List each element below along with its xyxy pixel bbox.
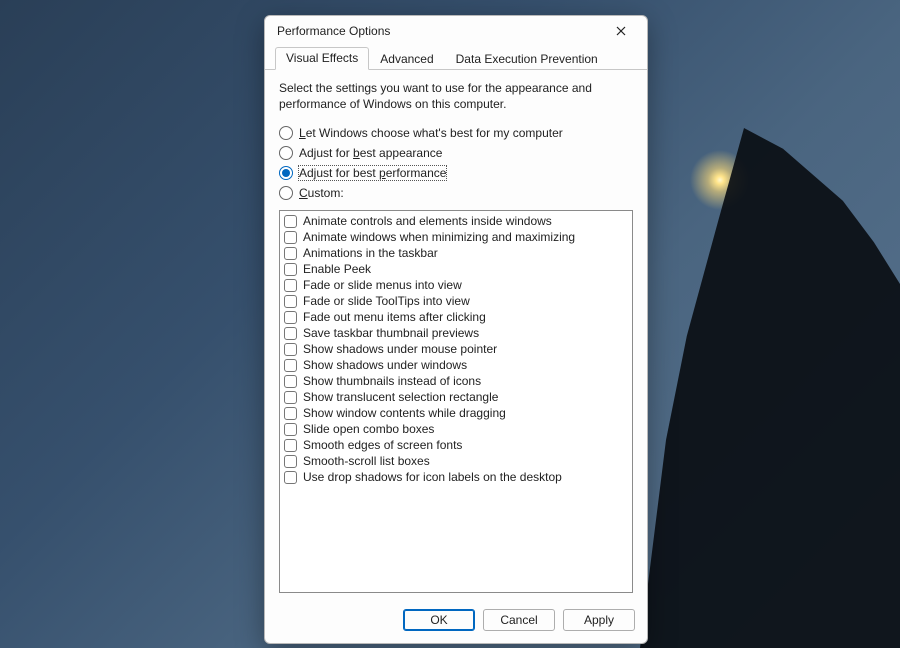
checkbox [284,359,297,372]
effect-label: Smooth edges of screen fonts [303,438,462,452]
radio-label: Let Windows choose what's best for my co… [299,126,563,140]
checkbox [284,423,297,436]
checkbox [284,391,297,404]
radio-label: Adjust for best performance [299,166,446,180]
checkbox [284,279,297,292]
checkbox [284,231,297,244]
radio-indicator [279,186,293,200]
apply-button[interactable]: Apply [563,609,635,631]
effect-label: Fade or slide ToolTips into view [303,294,470,308]
effect-item[interactable]: Fade out menu items after clicking [284,309,628,325]
effect-item[interactable]: Show shadows under windows [284,357,628,373]
effect-label: Animate controls and elements inside win… [303,214,552,228]
effect-item[interactable]: Save taskbar thumbnail previews [284,325,628,341]
checkbox [284,471,297,484]
effect-label: Fade out menu items after clicking [303,310,486,324]
radio-custom[interactable]: Custom: [279,186,633,200]
checkbox [284,375,297,388]
tab-advanced[interactable]: Advanced [369,48,444,70]
radio-group: Let Windows choose what's best for my co… [279,126,633,200]
radio-indicator [279,126,293,140]
checkbox [284,343,297,356]
effect-item[interactable]: Enable Peek [284,261,628,277]
checkbox [284,295,297,308]
checkbox [284,311,297,324]
tab-data-execution-prevention[interactable]: Data Execution Prevention [445,48,609,70]
tabstrip: Visual EffectsAdvancedData Execution Pre… [265,46,647,70]
effect-label: Show thumbnails instead of icons [303,374,481,388]
close-button[interactable] [603,20,639,42]
effect-item[interactable]: Smooth-scroll list boxes [284,453,628,469]
effect-item[interactable]: Animate windows when minimizing and maxi… [284,229,628,245]
radio-indicator [279,166,293,180]
effect-label: Fade or slide menus into view [303,278,462,292]
radio-label: Adjust for best appearance [299,146,442,160]
intro-text: Select the settings you want to use for … [279,80,599,112]
window-title: Performance Options [277,24,603,38]
checkbox [284,247,297,260]
wallpaper-silhouette [640,128,900,648]
titlebar: Performance Options [265,16,647,46]
performance-options-dialog: Performance Options Visual EffectsAdvanc… [264,15,648,644]
radio-best-performance[interactable]: Adjust for best performance [279,166,633,180]
checkbox [284,439,297,452]
close-icon [616,26,626,36]
effect-item[interactable]: Show window contents while dragging [284,405,628,421]
effect-label: Animate windows when minimizing and maxi… [303,230,575,244]
radio-indicator [279,146,293,160]
effect-label: Enable Peek [303,262,371,276]
checkbox [284,327,297,340]
radio-let-windows[interactable]: Let Windows choose what's best for my co… [279,126,633,140]
effect-label: Show shadows under windows [303,358,467,372]
effect-label: Slide open combo boxes [303,422,434,436]
checkbox [284,455,297,468]
effect-item[interactable]: Show shadows under mouse pointer [284,341,628,357]
effect-label: Smooth-scroll list boxes [303,454,430,468]
effect-label: Show window contents while dragging [303,406,506,420]
tab-visual-effects[interactable]: Visual Effects [275,47,369,70]
effects-listbox[interactable]: Animate controls and elements inside win… [279,210,633,593]
desktop-wallpaper: Performance Options Visual EffectsAdvanc… [0,0,900,648]
effect-item[interactable]: Slide open combo boxes [284,421,628,437]
effect-label: Use drop shadows for icon labels on the … [303,470,562,484]
effect-item[interactable]: Animate controls and elements inside win… [284,213,628,229]
radio-label: Custom: [299,186,344,200]
checkbox [284,263,297,276]
effect-label: Save taskbar thumbnail previews [303,326,479,340]
effect-label: Show shadows under mouse pointer [303,342,497,356]
effect-item[interactable]: Show translucent selection rectangle [284,389,628,405]
dialog-footer: OK Cancel Apply [265,601,647,643]
effect-label: Animations in the taskbar [303,246,438,260]
tab-visual-effects-body: Select the settings you want to use for … [265,70,647,601]
effect-item[interactable]: Fade or slide menus into view [284,277,628,293]
effect-item[interactable]: Use drop shadows for icon labels on the … [284,469,628,485]
effect-item[interactable]: Fade or slide ToolTips into view [284,293,628,309]
effect-item[interactable]: Animations in the taskbar [284,245,628,261]
radio-best-appearance[interactable]: Adjust for best appearance [279,146,633,160]
effect-item[interactable]: Smooth edges of screen fonts [284,437,628,453]
effect-label: Show translucent selection rectangle [303,390,498,404]
checkbox [284,215,297,228]
checkbox [284,407,297,420]
ok-button[interactable]: OK [403,609,475,631]
cancel-button[interactable]: Cancel [483,609,555,631]
effect-item[interactable]: Show thumbnails instead of icons [284,373,628,389]
